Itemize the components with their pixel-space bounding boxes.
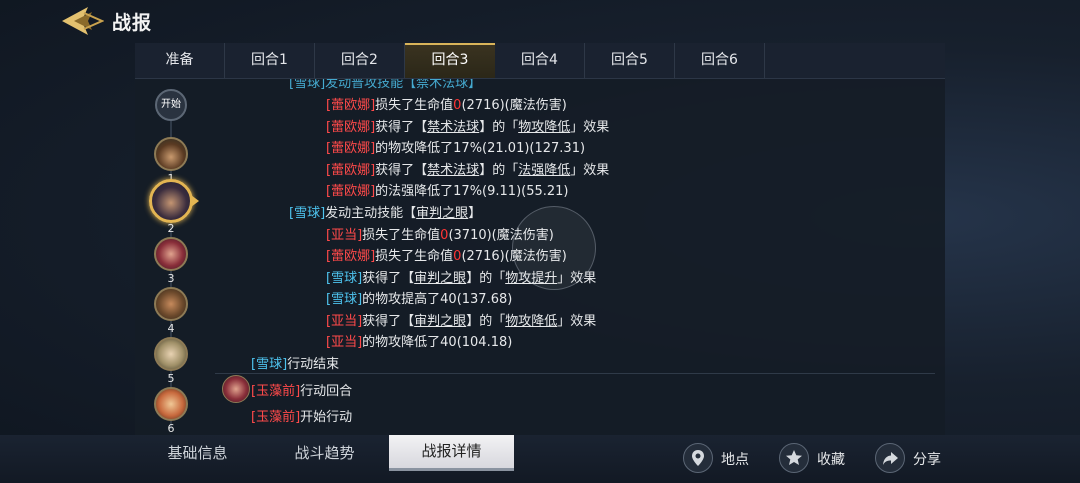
log-text: 获得了【 [362,314,415,329]
back-arrow-icon [62,7,105,35]
log-line: [蕾欧娜]的物攻降低了17%(21.01)(127.31) [326,137,585,156]
log-line: [玉藻前]开始行动 [251,406,352,425]
log-text: 开始行动 [300,410,353,425]
log-line: [玉藻前]行动回合 [251,380,352,399]
location-pin-icon [683,443,713,473]
unit-name: [亚当] [326,335,363,350]
timeline-num-2: 2 [167,222,175,235]
timeline-avatar-4[interactable] [154,287,188,321]
unit-name: [雪球] [326,271,363,286]
unit-name: [亚当] [326,228,363,243]
unit-name: [蕾欧娜] [326,249,376,264]
unit-name: [蕾欧娜] [326,98,376,113]
unit-name: [蕾欧娜] [326,163,376,178]
tab-round-4[interactable]: 回合4 [495,43,585,78]
log-text: 损失了生命值 [375,98,454,113]
log-line: [蕾欧娜]的法强降低了17%(9.11)(55.21) [326,180,569,199]
log-text: 】的「 [479,120,519,135]
log-line-partial: [雪球]发动普攻技能【禁术法球】 [289,79,482,91]
log-text: 获得了【 [375,163,428,178]
log-text: 】的「 [466,271,506,286]
floating-touch-circle[interactable] [512,206,596,290]
log-text: 】 [468,206,482,221]
timeline-num-5: 5 [167,372,175,385]
selected-indicator-arrow [191,195,199,207]
log-text: 的法强降低了17%(9.11)(55.21) [375,184,569,199]
unit-name: [玉藻前] [251,410,301,425]
tab-round-1[interactable]: 回合1 [225,43,315,78]
tab-report-details[interactable]: 战报详情 [389,435,514,471]
unit-avatar-yuzaoqian [222,375,250,403]
log-text: 损失了生命值 [375,249,454,264]
location-label: 地点 [721,452,749,468]
log-line: [亚当]的物攻降低了40(104.18) [326,331,512,350]
tab-round-3[interactable]: 回合3 [405,43,495,78]
unit-name: [蕾欧娜] [326,120,376,135]
skill-link[interactable]: 审判之眼 [416,206,468,221]
timeline-num-4: 4 [167,322,175,335]
log-line: [蕾欧娜]获得了【禁术法球】的「法强降低」效果 [326,159,609,178]
log-text: 获得了【 [362,271,415,286]
log-text: 的物攻降低了40(104.18) [362,335,513,350]
log-text: 损失了生命值 [362,228,441,243]
unit-name: [玉藻前] [251,384,301,399]
log-text: 」效果 [570,120,610,135]
tab-round-2[interactable]: 回合2 [315,43,405,78]
unit-name: [蕾欧娜] [326,141,376,156]
share-arrow-icon [875,443,905,473]
page-title: 战报 [112,12,153,34]
log-line: [雪球]行动结束 [251,353,339,372]
round-tabs: 准备 回合1 回合2 回合3 回合4 回合5 回合6 [135,43,945,79]
tab-prepare[interactable]: 准备 [135,43,225,78]
log-text: 】的「 [479,163,519,178]
log-line: [亚当]获得了【审判之眼】的「物攻降低」效果 [326,310,596,329]
tab-battle-trend[interactable]: 战斗趋势 [262,435,387,471]
effect-link[interactable]: 物攻降低 [518,120,570,135]
skill-link[interactable]: 审判之眼 [414,271,466,286]
skill-link[interactable]: 审判之眼 [414,314,466,329]
effect-link[interactable]: 法强降低 [518,163,570,178]
unit-name: [雪球] [289,206,326,221]
header-bar: 战报 [0,0,1080,42]
tab-round-5[interactable]: 回合5 [585,43,675,78]
log-line: [蕾欧娜]获得了【禁术法球】的「物攻降低」效果 [326,116,609,135]
effect-link[interactable]: 物攻降低 [505,314,557,329]
unit-name: [蕾欧娜] [326,184,376,199]
timeline-num-6: 6 [167,422,175,435]
log-text: 的物攻提高了40(137.68) [362,292,513,307]
timeline-avatar-2-selected[interactable] [149,179,193,223]
timeline-avatar-1[interactable] [154,137,188,171]
log-text: 」效果 [570,163,610,178]
share-label: 分享 [913,452,941,468]
log-text: 】的「 [466,314,506,329]
timeline-num-3: 3 [167,272,175,285]
unit-name: [雪球] [326,292,363,307]
favorite-label: 收藏 [817,452,845,468]
skill-link[interactable]: 禁术法球 [427,163,479,178]
star-icon [779,443,809,473]
bottom-bar: 基础信息 战斗趋势 战报详情 地点 收藏 分享 [0,435,1080,483]
unit-name: [亚当] [326,314,363,329]
log-text: 行动回合 [300,384,353,399]
log-text: 发动主动技能【 [325,206,417,221]
log-text: (2716)(魔法伤害) [461,98,567,113]
log-line: [蕾欧娜]损失了生命值0(2716)(魔法伤害) [326,94,567,113]
log-text: 的物攻降低了17%(21.01)(127.31) [375,141,586,156]
timeline-avatar-6[interactable] [154,387,188,421]
tab-round-6[interactable]: 回合6 [675,43,765,78]
timeline-avatar-5[interactable] [154,337,188,371]
log-line: [雪球]的物攻提高了40(137.68) [326,288,512,307]
log-text: 获得了【 [375,120,428,135]
log-divider [215,373,935,374]
timeline-avatar-3[interactable] [154,237,188,271]
skill-link[interactable]: 禁术法球 [427,120,479,135]
timeline-start-node[interactable]: 开始 [155,89,187,121]
back-button[interactable] [58,4,105,38]
unit-name: [雪球] [251,357,288,372]
log-line: [雪球]发动主动技能【审判之眼】 [289,202,481,221]
log-text: 」效果 [557,314,597,329]
action-timeline: 开始 1 2 3 4 5 6 [135,79,207,435]
tab-basic-info[interactable]: 基础信息 [135,435,260,471]
log-text: 行动结束 [287,357,340,372]
